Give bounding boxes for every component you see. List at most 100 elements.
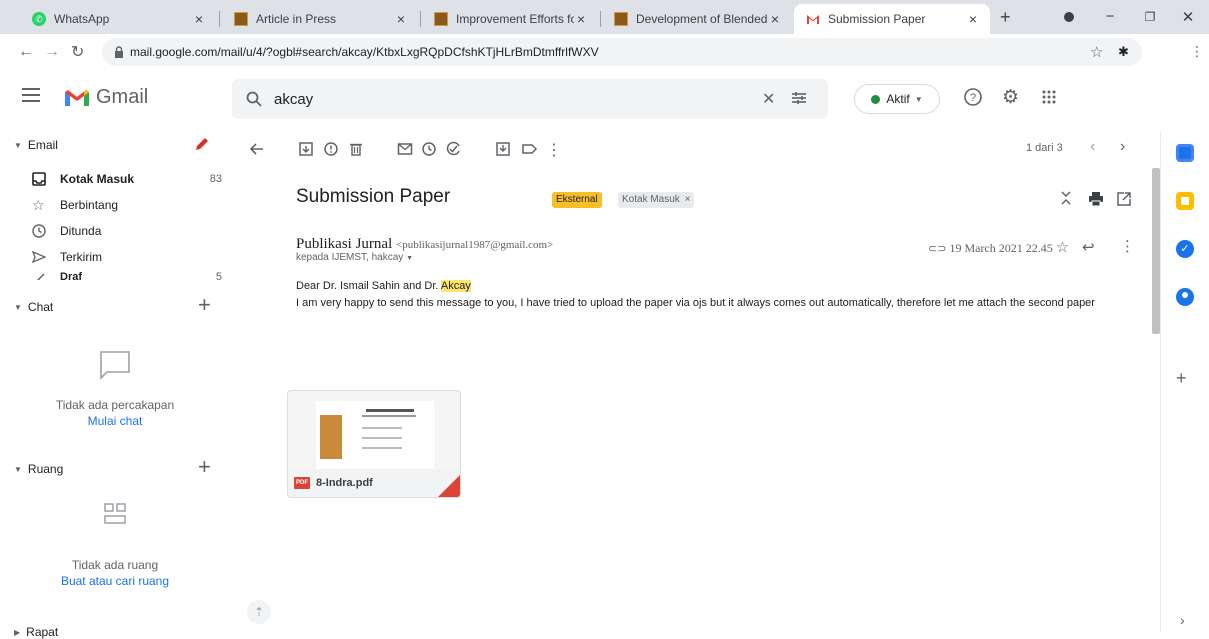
add-to-tasks-icon[interactable]	[444, 140, 462, 158]
section-title: Email	[27, 138, 58, 152]
close-tab-icon[interactable]: ×	[394, 11, 408, 27]
label-inbox[interactable]: Kotak Masuk ×	[618, 192, 695, 208]
star-message-icon[interactable]: ☆	[1056, 240, 1069, 256]
recipients-line[interactable]: kepada IJEMST, hakcay ▼	[296, 252, 413, 263]
tab-title: Article in Press	[256, 12, 337, 26]
sidebar-item-starred[interactable]: ☆ Berbintang	[32, 194, 222, 216]
sidebar-item-label: Kotak Masuk	[60, 172, 135, 186]
sidebar-item-drafts[interactable]: Draf 5	[32, 272, 222, 280]
sidebar-item-snoozed[interactable]: Ditunda	[32, 220, 222, 242]
attachment-card[interactable]: PDF 8-Indra.pdf	[287, 390, 461, 498]
tab-development-blended[interactable]: Development of Blended Lea ×	[602, 4, 792, 34]
older-chevron-icon[interactable]: ›	[1120, 138, 1125, 156]
back-arrow-icon[interactable]: ←	[18, 43, 34, 61]
profile-icon[interactable]	[1064, 12, 1074, 22]
gmail-m-icon	[65, 89, 89, 106]
rooms-empty-state: Tidak ada ruang Buat atau cari ruang	[40, 558, 190, 588]
address-bar[interactable]: mail.google.com/mail/u/4/?ogbl#search/ak…	[102, 38, 1142, 66]
move-to-icon[interactable]	[494, 140, 512, 158]
snooze-clock-icon[interactable]	[420, 140, 438, 158]
gmail-logo[interactable]: Gmail	[64, 86, 148, 109]
restore-button[interactable]: ❐	[1140, 10, 1160, 24]
browser-toolbar: ← → ↻ mail.google.com/mail/u/4/?ogbl#sea…	[0, 34, 1209, 72]
minimize-button[interactable]: −	[1100, 8, 1120, 25]
contacts-icon[interactable]	[1176, 288, 1194, 306]
help-icon[interactable]: ?	[964, 88, 982, 106]
close-tab-icon[interactable]: ×	[966, 11, 980, 27]
start-chat-link[interactable]: Mulai chat	[40, 414, 190, 428]
sidebar-item-sent[interactable]: Terkirim	[32, 246, 222, 268]
contacts-head	[1182, 292, 1188, 298]
extensions-icon[interactable]: ✱	[1118, 44, 1129, 60]
forward-arrow-icon[interactable]: →	[44, 43, 60, 61]
sidebar-item-label: Ditunda	[60, 224, 102, 238]
calendar-icon[interactable]	[1176, 144, 1194, 162]
delete-trash-icon[interactable]	[347, 140, 365, 158]
bookmark-star-icon[interactable]: ☆	[1090, 43, 1103, 61]
pdf-thumbnail	[316, 401, 434, 471]
search-icon[interactable]	[246, 91, 262, 107]
sender-name[interactable]: Publikasi Jurnal	[296, 236, 392, 252]
message-more-icon[interactable]: ⋮	[1120, 237, 1135, 255]
back-to-list-icon[interactable]	[248, 140, 266, 158]
caret-down-icon: ▼	[14, 302, 22, 312]
clear-search-icon[interactable]: ✕	[762, 89, 775, 109]
message-scrollbar[interactable]	[1152, 168, 1160, 334]
close-tab-icon[interactable]: ×	[768, 11, 782, 27]
search-bar[interactable]: ✕	[232, 79, 828, 119]
section-title: Ruang	[27, 462, 64, 476]
label-external[interactable]: Eksternal	[552, 192, 602, 208]
close-window-button[interactable]: ✕	[1178, 8, 1198, 26]
settings-gear-icon[interactable]: ⚙	[1002, 86, 1019, 109]
show-side-panel-chevron-icon[interactable]: ›	[1180, 612, 1185, 628]
tab-whatsapp[interactable]: ✆ WhatsApp ×	[20, 4, 216, 34]
side-panel-divider	[1160, 132, 1161, 632]
section-chat-header[interactable]: ▼ Chat	[14, 300, 53, 314]
tab-submission-paper[interactable]: Submission Paper ×	[794, 4, 990, 34]
caret-down-icon: ▼	[14, 464, 22, 474]
open-new-window-icon[interactable]	[1116, 191, 1132, 207]
get-addons-plus-icon[interactable]: +	[1176, 368, 1187, 389]
archive-icon[interactable]	[297, 140, 315, 158]
search-input[interactable]	[274, 90, 694, 108]
mark-unread-icon[interactable]	[396, 140, 414, 158]
section-meet-header[interactable]: ▶ Rapat	[14, 625, 58, 639]
more-actions-icon[interactable]: ⋮	[545, 140, 563, 159]
sidebar-item-inbox[interactable]: Kotak Masuk 83	[32, 168, 222, 190]
reply-arrow-icon[interactable]: ↩	[1082, 238, 1095, 256]
label-inbox-text: Kotak Masuk	[622, 194, 680, 205]
reload-icon[interactable]: ↻	[71, 42, 84, 62]
tasks-icon[interactable]: ✓	[1176, 240, 1194, 258]
section-email-header[interactable]: ▼ Email	[14, 138, 58, 152]
keep-icon[interactable]	[1176, 192, 1194, 210]
compose-pencil-icon[interactable]	[194, 136, 210, 152]
scroll-indicator-icon[interactable]: ⇡	[247, 600, 271, 624]
browser-menu-icon[interactable]: ⋮	[1190, 43, 1204, 60]
status-selector[interactable]: Aktif ▼	[854, 84, 940, 114]
status-label: Aktif	[886, 92, 910, 106]
new-room-plus-icon[interactable]: +	[198, 454, 211, 480]
close-tab-icon[interactable]: ×	[574, 11, 588, 27]
section-title: Chat	[27, 300, 54, 314]
main-menu-icon[interactable]	[22, 88, 40, 102]
close-tab-icon[interactable]: ×	[192, 11, 206, 27]
new-tab-button[interactable]: +	[1000, 7, 1011, 28]
draft-icon	[32, 272, 46, 280]
label-tag-icon[interactable]	[520, 140, 538, 158]
tab-article-in-press[interactable]: Article in Press ×	[222, 4, 418, 34]
collapse-all-icon[interactable]	[1060, 190, 1072, 206]
apps-grid-icon[interactable]	[1042, 90, 1056, 104]
remove-label-icon[interactable]: ×	[685, 194, 691, 205]
report-spam-icon[interactable]	[322, 140, 340, 158]
search-options-icon[interactable]	[790, 89, 808, 107]
print-icon[interactable]	[1088, 191, 1104, 207]
tab-improvement-efforts[interactable]: Improvement Efforts for Stud ×	[422, 4, 598, 34]
section-rooms-header[interactable]: ▼ Ruang	[14, 462, 63, 476]
new-chat-plus-icon[interactable]: +	[198, 292, 211, 318]
create-room-link[interactable]: Buat atau cari ruang	[40, 574, 190, 588]
draft-count: 5	[215, 272, 222, 280]
newer-chevron-icon[interactable]: ‹	[1090, 138, 1095, 156]
message-date-block: ⊂⊃ 19 March 2021 22.45 ☆	[928, 238, 1069, 257]
journal-icon	[434, 12, 448, 26]
pdf-corner-icon	[438, 475, 460, 497]
